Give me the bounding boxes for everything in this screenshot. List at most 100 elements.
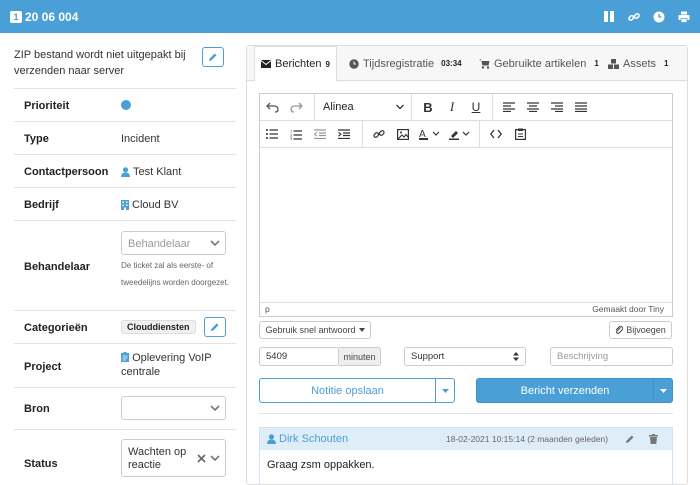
underline-button[interactable]: U: [464, 94, 488, 121]
align-right-icon: [551, 102, 563, 112]
align-left-button[interactable]: [497, 94, 521, 121]
indent-icon: [338, 129, 350, 139]
tab-bar: Berichten 9 Tijdsregistratie 03:34 Gebru…: [247, 46, 687, 82]
row-bron: Bron: [14, 387, 236, 429]
svg-text:3: 3: [290, 137, 292, 140]
ticket-header-bar: 1 20 06 004: [0, 0, 700, 33]
send-message-dropdown[interactable]: [653, 378, 673, 403]
highlighter-icon: [449, 131, 470, 140]
type-label: Type: [24, 133, 49, 145]
numbered-list-button[interactable]: 123: [284, 121, 308, 148]
status-select[interactable]: Wachten op reactie: [121, 439, 226, 477]
contact-link[interactable]: Test Klant: [121, 166, 181, 178]
tab-berichten[interactable]: Berichten 9: [254, 46, 337, 82]
contactpersoon-label: Contactpersoon: [24, 166, 109, 178]
message-body: Graag zsm oppakken.: [267, 459, 375, 471]
type-value: Incident: [121, 133, 160, 145]
priority-indicator[interactable]: [121, 100, 131, 113]
company-link[interactable]: Cloud BV: [121, 199, 178, 211]
assignee-hint: De ticket zal als eerste- of tweedelijns…: [121, 261, 230, 287]
chevron-down-icon: [210, 405, 220, 412]
ticket-badge: 1: [10, 10, 22, 23]
tab-tijdsregistratie-count: 03:34: [441, 59, 462, 68]
message-author-link[interactable]: Dirk Schouten: [267, 433, 348, 445]
quick-reply-button[interactable]: Gebruik snel antwoord: [259, 321, 371, 339]
save-note-dropdown[interactable]: [435, 378, 455, 403]
type-select[interactable]: Support: [404, 347, 526, 366]
row-categorieen: Categorieën Clouddiensten: [14, 310, 236, 343]
paperclip-icon: [615, 325, 624, 334]
insert-link-button[interactable]: [367, 121, 391, 148]
chevron-down-icon: [210, 455, 220, 462]
pause-icon[interactable]: [603, 11, 615, 23]
paste-text-button[interactable]: [508, 121, 532, 148]
insert-image-button[interactable]: [391, 121, 415, 148]
outdent-button[interactable]: [308, 121, 332, 148]
align-center-icon: [527, 102, 539, 112]
ticket-properties-panel: ZIP bestand wordt niet uitgepakt bij ver…: [0, 33, 245, 485]
redo-button[interactable]: [284, 94, 308, 121]
text-color-icon: A: [419, 129, 440, 140]
clock-icon: [349, 58, 359, 69]
print-icon[interactable]: [678, 11, 690, 23]
row-bedrijf: Bedrijf Cloud BV: [14, 187, 236, 220]
trash-icon[interactable]: [649, 434, 658, 444]
outdent-icon: [314, 129, 326, 139]
align-right-button[interactable]: [545, 94, 569, 121]
status-value: Wachten op reactie: [128, 446, 187, 471]
minutes-addon: minuten: [339, 347, 381, 366]
tab-gebruikte-artikelen[interactable]: Gebruikte artikelen 1: [473, 46, 605, 81]
indent-button[interactable]: [332, 121, 356, 148]
italic-button[interactable]: I: [440, 94, 464, 121]
ticket-number: 20 06 004: [25, 9, 79, 24]
attach-button[interactable]: Bijvoegen: [609, 321, 672, 339]
assignee-select[interactable]: Behandelaar: [121, 231, 226, 255]
bron-label: Bron: [24, 403, 50, 415]
clear-icon[interactable]: [197, 454, 206, 463]
chevron-down-icon: [210, 240, 220, 247]
message-header: Dirk Schouten 18-02-2021 10:15:14 (2 maa…: [260, 428, 672, 450]
tab-berichten-count: 9: [325, 59, 330, 69]
text-color-button[interactable]: A: [415, 121, 445, 148]
editor-toolbar-row-2: 123 A: [260, 120, 672, 148]
building-icon: [121, 200, 129, 210]
format-select[interactable]: Alinea: [315, 94, 411, 121]
edit-categories-button[interactable]: [204, 317, 226, 337]
minutes-value: 5409: [266, 351, 288, 362]
tab-assets-label: Assets: [623, 57, 657, 70]
bullet-list-button[interactable]: [260, 121, 284, 148]
edit-description-button[interactable]: [202, 47, 224, 67]
highlight-color-button[interactable]: [445, 121, 475, 148]
description-input[interactable]: Beschrijving: [550, 347, 673, 366]
tab-tijdsregistratie[interactable]: Tijdsregistratie 03:34: [343, 46, 468, 81]
description-placeholder: Beschrijving: [557, 351, 609, 362]
bold-button[interactable]: B: [416, 94, 440, 121]
editor-path: p: [265, 304, 270, 314]
editor-powered-by: Gemaakt door Tiny: [592, 304, 664, 314]
send-message-button[interactable]: Bericht verzenden: [476, 378, 654, 403]
attach-label: Bijvoegen: [626, 325, 666, 335]
link-icon[interactable]: [628, 11, 640, 23]
divider: [259, 413, 673, 414]
save-note-button[interactable]: Notitie opslaan: [259, 378, 436, 403]
row-behandelaar: Behandelaar Behandelaar De ticket zal al…: [14, 220, 236, 310]
caret-down-icon: [441, 388, 449, 393]
minutes-unit: minuten: [343, 351, 376, 362]
align-justify-button[interactable]: [569, 94, 593, 121]
tab-berichten-label: Berichten: [275, 58, 322, 70]
user-icon: [267, 434, 276, 444]
undo-button[interactable]: [260, 94, 284, 121]
ticket-conversation-panel: Berichten 9 Tijdsregistratie 03:34 Gebru…: [246, 45, 688, 485]
behandelaar-label: Behandelaar: [24, 261, 91, 273]
source-code-button[interactable]: [484, 121, 508, 148]
source-select[interactable]: [121, 396, 226, 420]
clock-icon[interactable]: [653, 11, 665, 23]
align-center-button[interactable]: [521, 94, 545, 121]
pencil-icon[interactable]: [625, 434, 635, 444]
tab-assets[interactable]: Assets 1: [602, 46, 674, 81]
editor-content-area[interactable]: [260, 149, 672, 302]
company-name: Cloud BV: [132, 199, 179, 211]
project-link[interactable]: Oplevering VoIP centrale: [121, 351, 231, 379]
category-tag: Clouddiensten: [121, 320, 196, 334]
minutes-input[interactable]: 5409: [259, 347, 339, 366]
